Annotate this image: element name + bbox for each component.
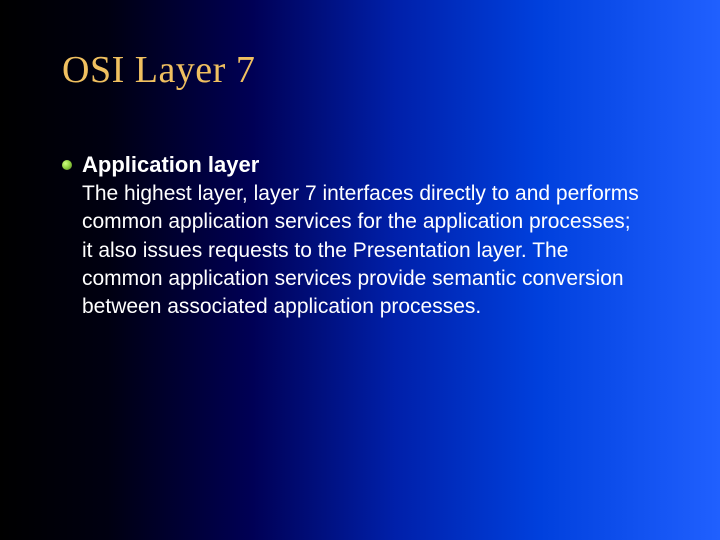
content-subheading: Application layer xyxy=(82,152,259,178)
content-body: The highest layer, layer 7 interfaces di… xyxy=(82,180,642,322)
bullet-item: Application layer xyxy=(62,152,642,178)
slide-content: Application layer The highest layer, lay… xyxy=(62,152,642,322)
bullet-icon xyxy=(62,160,72,170)
slide-title: OSI Layer 7 xyxy=(62,48,255,92)
